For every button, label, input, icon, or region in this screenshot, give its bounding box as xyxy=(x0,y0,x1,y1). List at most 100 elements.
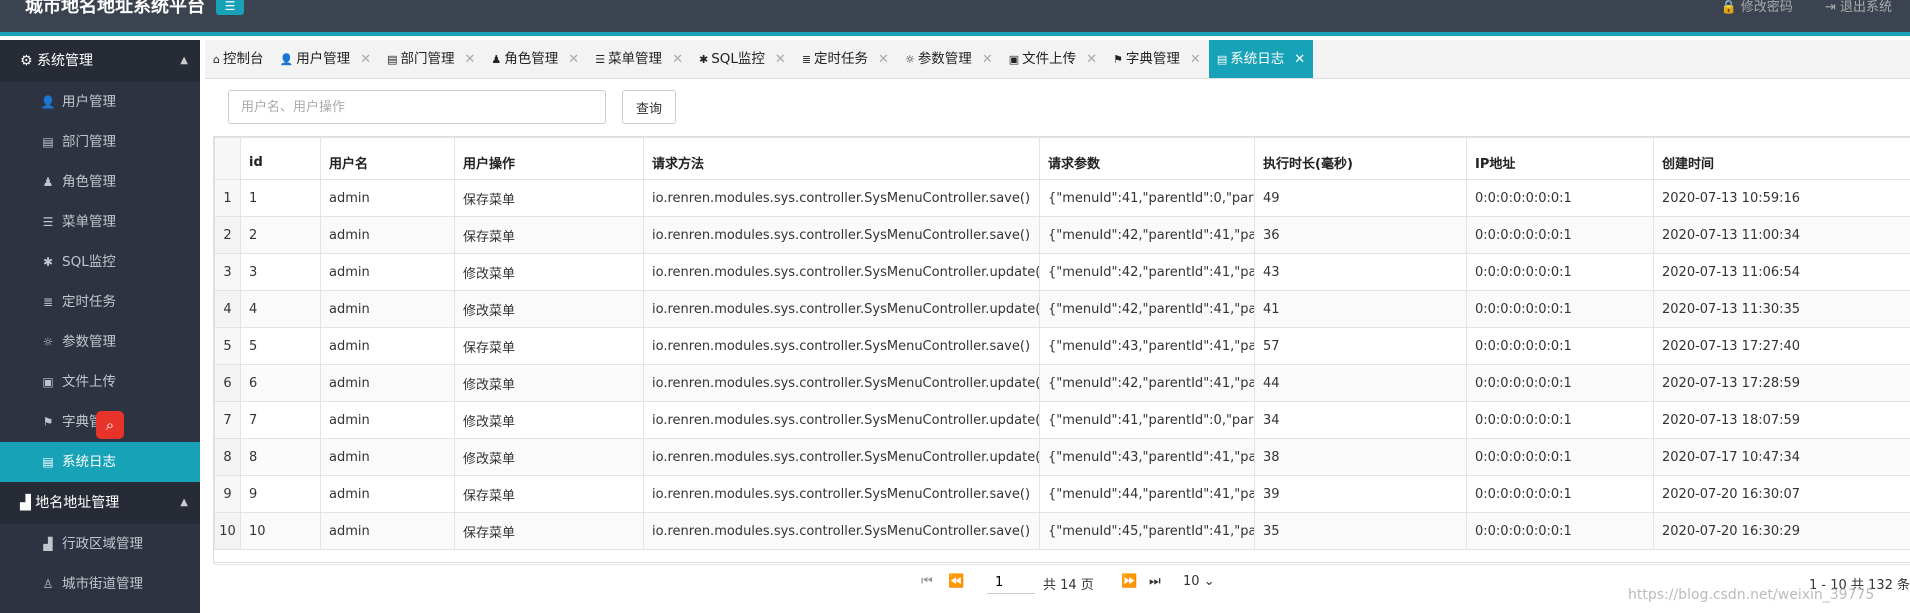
column-header[interactable]: 用户操作 xyxy=(454,137,644,180)
close-icon[interactable]: ✕ xyxy=(465,52,476,67)
table-cell: 0:0:0:0:0:0:0:1 xyxy=(1466,475,1654,513)
sidebar-item-departments[interactable]: ▤ 部门管理 xyxy=(0,122,200,162)
sidebar-item-params[interactable]: ☼ 参数管理 xyxy=(0,322,200,362)
bug-icon: ✱ xyxy=(698,53,709,66)
first-page-icon[interactable]: ⏮ xyxy=(921,574,933,589)
sidebar-item-regions[interactable]: ▟ 行政区域管理 xyxy=(0,524,200,564)
watermark: https://blog.csdn.net/weixin_39775 xyxy=(1628,587,1875,603)
table-row[interactable]: 6 6 admin 修改菜单 io.renren.modules.sys.control… xyxy=(214,364,1910,402)
menu-toggle-button[interactable]: ☰ xyxy=(216,0,244,15)
close-icon[interactable]: ✕ xyxy=(775,52,786,67)
query-button[interactable]: 查询 xyxy=(622,90,676,124)
column-header[interactable]: 请求参数 xyxy=(1039,137,1255,180)
sidebar-group-address[interactable]: ▟ 地名地址管理 ▲ xyxy=(0,482,200,524)
sidebar-item-label: 用户管理 xyxy=(62,94,116,110)
table-cell: {"menuId":42,"parentId":41,"parer xyxy=(1039,216,1255,254)
table-cell: io.renren.modules.sys.controller.SysMenu… xyxy=(643,401,1040,439)
table-row[interactable]: 2 2 admin 保存菜单 io.renren.modules.sys.control… xyxy=(214,216,1910,254)
sidebar-item-menus[interactable]: ☰ 菜单管理 xyxy=(0,202,200,242)
close-icon[interactable]: ✕ xyxy=(1190,52,1201,67)
sidebar-item-streets[interactable]: ♙ 城市街道管理 xyxy=(0,564,200,604)
close-icon[interactable]: ✕ xyxy=(360,52,371,67)
user-icon: 👤 xyxy=(279,53,294,66)
table-cell: 36 xyxy=(1254,216,1467,254)
tab-menus[interactable]: ☰ 菜单管理 ✕ xyxy=(587,40,691,78)
table-cell: 3 xyxy=(240,253,321,291)
sidebar-item-upload[interactable]: ▣ 文件上传 xyxy=(0,362,200,402)
table-cell: io.renren.modules.sys.controller.SysMenu… xyxy=(643,512,1040,550)
search-zoom-icon[interactable]: ⌕ xyxy=(96,411,124,439)
tab-syslog[interactable]: ▤ 系统日志 ✕ xyxy=(1208,40,1314,78)
table-cell: io.renren.modules.sys.controller.SysMenu… xyxy=(643,290,1040,328)
table-row[interactable]: 5 5 admin 保存菜单 io.renren.modules.sys.control… xyxy=(214,327,1910,365)
table-cell: io.renren.modules.sys.controller.SysMenu… xyxy=(643,253,1040,291)
sidebar-item-dict[interactable]: ⚑ 字典管 ⌕ xyxy=(0,402,200,442)
column-header[interactable]: 用户名 xyxy=(320,137,455,180)
close-icon[interactable]: ✕ xyxy=(1086,52,1097,67)
tab-sql[interactable]: ✱ SQL监控 ✕ xyxy=(691,40,794,78)
sidebar-item-users[interactable]: 👤 用户管理 xyxy=(0,82,200,122)
close-icon[interactable]: ✕ xyxy=(1294,52,1305,67)
page-size-value: 10 xyxy=(1183,574,1200,589)
row-number: 1 xyxy=(214,179,241,217)
table-row[interactable]: 3 3 admin 修改菜单 io.renren.modules.sys.control… xyxy=(214,253,1910,291)
close-icon[interactable]: ✕ xyxy=(568,52,579,67)
tab-label: 部门管理 xyxy=(400,51,455,67)
page-size-select[interactable]: 10 ⌄ xyxy=(1183,574,1215,589)
sidebar-group-system[interactable]: ⚙ 系统管理 ▲ xyxy=(0,40,200,82)
search-input[interactable] xyxy=(228,90,606,124)
close-icon[interactable]: ✕ xyxy=(672,52,683,67)
table-row[interactable]: 4 4 admin 修改菜单 io.renren.modules.sys.control… xyxy=(214,290,1910,328)
table-cell: 2020-07-13 11:00:34 xyxy=(1653,216,1910,254)
tab-dict[interactable]: ⚑ 字典管理 ✕ xyxy=(1105,40,1209,78)
table-cell: 34 xyxy=(1254,401,1467,439)
table-cell: {"menuId":44,"parentId":41,"parer xyxy=(1039,475,1255,513)
sidebar-item-syslog[interactable]: ▤ 系统日志 xyxy=(0,442,200,482)
row-number: 9 xyxy=(214,475,241,513)
logout-link[interactable]: ⇥ 退出系统 xyxy=(1825,0,1892,15)
table-row[interactable]: 7 7 admin 修改菜单 io.renren.modules.sys.control… xyxy=(214,401,1910,439)
column-header[interactable]: id xyxy=(240,137,321,180)
sidebar-group-label: 地名地址管理 xyxy=(35,495,120,511)
table-row[interactable]: 1 1 admin 保存菜单 io.renren.modules.sys.control… xyxy=(214,179,1910,217)
tab-roles[interactable]: ♟ 角色管理 ✕ xyxy=(483,40,587,78)
tab-tasks[interactable]: ≣ 定时任务 ✕ xyxy=(794,40,897,78)
page-number-input[interactable] xyxy=(987,572,1035,594)
column-header[interactable]: 执行时长(毫秒) xyxy=(1254,137,1467,180)
column-header[interactable]: 创建时间 xyxy=(1653,137,1910,180)
change-password-link[interactable]: 🔒 修改密码 xyxy=(1720,0,1792,15)
tab-users[interactable]: 👤 用户管理 ✕ xyxy=(271,40,379,78)
table-cell: 0:0:0:0:0:0:0:1 xyxy=(1466,179,1654,217)
close-icon[interactable]: ✕ xyxy=(982,52,993,67)
last-page-icon[interactable]: ⏭ xyxy=(1149,574,1161,589)
table-cell: {"menuId":42,"parentId":41,"parer xyxy=(1039,364,1255,402)
column-header[interactable]: 请求方法 xyxy=(643,137,1040,180)
table-row[interactable]: 10 10 admin 保存菜单 io.renren.modules.sys.contr… xyxy=(214,512,1910,550)
table-cell: 修改菜单 xyxy=(454,253,644,291)
table-row[interactable]: 8 8 admin 修改菜单 io.renren.modules.sys.control… xyxy=(214,438,1910,476)
sun-icon: ☼ xyxy=(42,335,54,349)
prev-page-icon[interactable]: ⏪ xyxy=(948,574,964,589)
tab-departments[interactable]: ▤ 部门管理 ✕ xyxy=(379,40,483,78)
next-page-icon[interactable]: ⏩ xyxy=(1121,574,1137,589)
tasks-icon: ≣ xyxy=(42,295,54,309)
tab-dashboard[interactable]: ⌂ 控制台 xyxy=(205,40,271,78)
column-header[interactable]: IP地址 xyxy=(1466,137,1654,180)
table-cell: {"menuId":43,"parentId":41,"parer xyxy=(1039,327,1255,365)
table-cell: admin xyxy=(320,401,455,439)
table-cell: 38 xyxy=(1254,438,1467,476)
sidebar-item-roles[interactable]: ♟ 角色管理 xyxy=(0,162,200,202)
table-cell: 保存菜单 xyxy=(454,216,644,254)
table-cell: 5 xyxy=(240,327,321,365)
table-cell: 35 xyxy=(1254,512,1467,550)
close-icon[interactable]: ✕ xyxy=(878,52,889,67)
table-cell: admin xyxy=(320,438,455,476)
tab-params[interactable]: ☼ 参数管理 ✕ xyxy=(897,40,1001,78)
table-row[interactable]: 9 9 admin 保存菜单 io.renren.modules.sys.control… xyxy=(214,475,1910,513)
table-cell: admin xyxy=(320,512,455,550)
sidebar-item-sql[interactable]: ✱ SQL监控 xyxy=(0,242,200,282)
table-cell: 2020-07-13 18:07:59 xyxy=(1653,401,1910,439)
bug-icon: ✱ xyxy=(42,255,54,269)
sidebar-item-tasks[interactable]: ≣ 定时任务 xyxy=(0,282,200,322)
tab-upload[interactable]: ▣ 文件上传 ✕ xyxy=(1001,40,1105,78)
